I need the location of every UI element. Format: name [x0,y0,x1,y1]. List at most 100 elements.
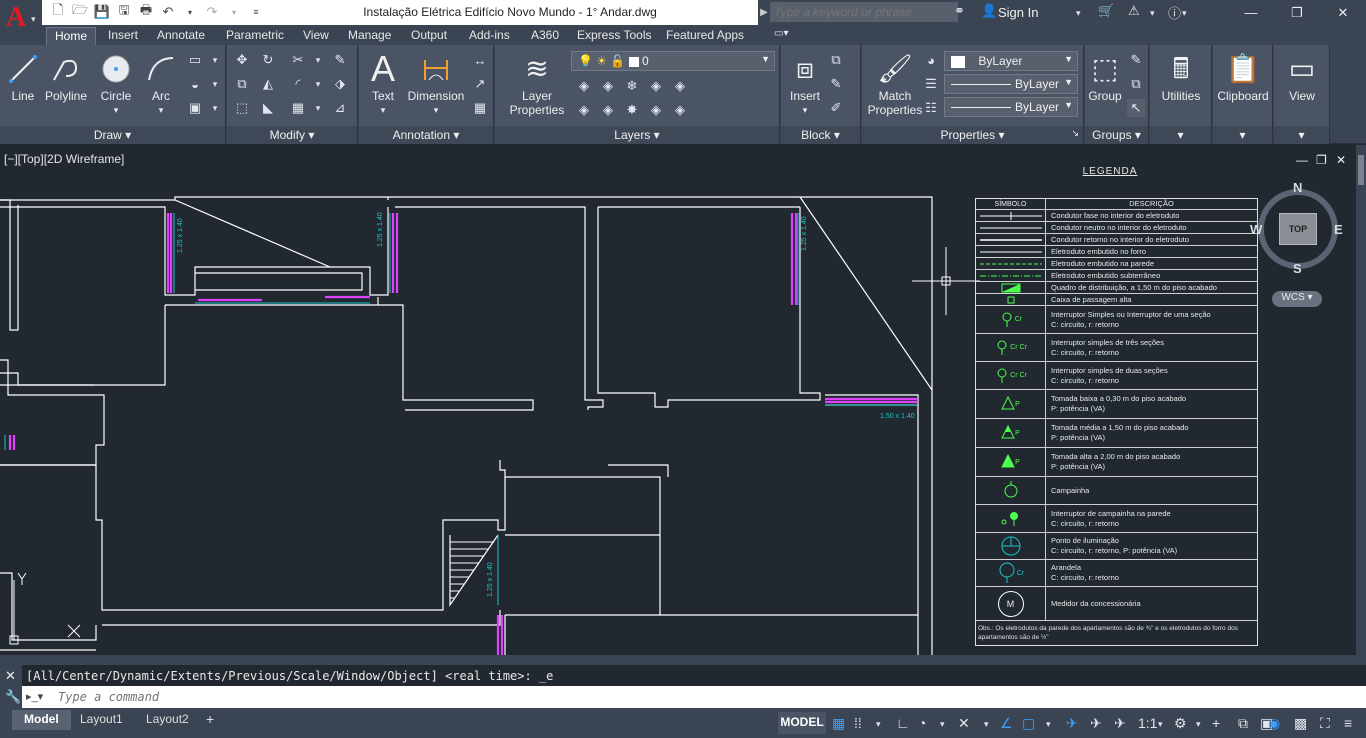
panel-title-properties[interactable]: Properties ▾ ↘ [862,126,1083,144]
drawing-canvas[interactable]: 1.25 x 1.40 1.25 x 1.40 1.25 x 1.40 1.50… [0,145,1356,655]
tab-express-tools[interactable]: Express Tools [569,27,659,45]
circle-button[interactable]: Circle ▾ [96,49,136,117]
binoculars-icon[interactable]: ⚭ [954,3,965,19]
snap-icon[interactable]: ⁞⁞ [854,715,862,733]
viewport-minimize-icon[interactable]: — [1296,153,1308,167]
layer-unlock-icon[interactable]: ◈ [647,101,665,119]
units-icon[interactable]: ⧉ [1238,715,1248,733]
add-layout-icon[interactable]: + [206,711,214,729]
viewcube[interactable]: TOP N S E W WCS ▾ [1250,180,1343,313]
leader-icon[interactable]: ↗ [471,75,489,93]
fillet-icon[interactable]: ◜ [289,75,307,93]
compass-east[interactable]: E [1334,222,1343,237]
chevron-down-icon[interactable]: ▾ [1158,719,1163,737]
trim-icon[interactable]: ✂ [289,51,307,69]
isometric-icon[interactable]: ✕ [958,715,970,733]
polar-icon[interactable]: ◔ [918,715,926,733]
customize-wrench-icon[interactable]: 🔧 [5,689,21,705]
gradient-icon[interactable]: ▣ [186,99,204,117]
layer-off-icon[interactable]: ◈ [575,77,593,95]
linear-dimension-icon[interactable]: ↔ [471,51,489,69]
chevron-down-icon[interactable]: ▾ [96,103,136,117]
line-button[interactable]: Line [6,49,40,103]
utilities-expand-icon[interactable]: ▾ [1150,126,1211,144]
help-icon[interactable]: ⓘ [1168,3,1181,22]
workspace-gear-icon[interactable]: ⚙ [1174,715,1187,733]
chevron-down-icon[interactable]: ▾ [365,103,401,117]
tab-layout2[interactable]: Layout2 [134,710,201,730]
chevron-down-icon[interactable]: ▾ [206,75,224,93]
undo-dropdown-icon[interactable]: ▾ [180,2,200,22]
stretch-icon[interactable]: ⬚ [233,99,251,117]
array-icon[interactable]: ▦ [289,99,307,117]
layer-freeze-icon[interactable]: ❄ [623,77,641,95]
text-button[interactable]: A Text ▾ [365,49,401,117]
tab-featured-apps[interactable]: Featured Apps [658,27,752,45]
search-input[interactable] [770,2,958,22]
linetype-icon[interactable]: ☷ [922,99,940,117]
chevron-down-icon[interactable]: ▾ [142,103,180,117]
rectangle-icon[interactable]: ▭ [186,51,204,69]
viewport-controls-label[interactable]: [−][Top][2D Wireframe] [4,152,124,166]
tab-a360[interactable]: A360 [523,27,567,45]
close-command-line-icon[interactable]: ✕ [5,668,16,684]
tab-insert[interactable]: Insert [100,27,146,45]
clipboard-button[interactable]: 📋 Clipboard [1213,49,1273,104]
chevron-down-icon[interactable]: ▾ [1182,8,1187,19]
cart-icon[interactable]: 🛒 [1098,3,1114,19]
open-file-icon[interactable]: 🗁 [70,2,90,22]
layer-dropdown[interactable]: 💡 ☀ 🔓 0 ▼ [571,51,775,71]
tab-view[interactable]: View [295,27,337,45]
chevron-down-icon[interactable]: ▾ [309,51,327,69]
object-snap-tracking-icon[interactable]: ∠ [1000,715,1013,733]
auto-scale-icon[interactable]: ✈ [1090,715,1102,733]
annotation-visibility-icon[interactable]: ✈ [1066,715,1078,733]
layer-match-icon[interactable]: ◈ [671,77,689,95]
compass-north[interactable]: N [1293,180,1302,195]
layer-isolate-icon[interactable]: ◈ [599,77,617,95]
panel-title-groups[interactable]: Groups ▾ [1085,126,1148,144]
chevron-down-icon[interactable]: ▾ [405,103,467,117]
redo-dropdown-icon[interactable]: ▾ [224,2,244,22]
application-menu-button[interactable]: A ▾ [0,0,42,40]
layer-current-icon[interactable]: ◈ [575,101,593,119]
tab-output[interactable]: Output [403,27,455,45]
chevron-down-icon[interactable]: ▾ [1150,8,1155,19]
ungroup-icon[interactable]: ✎ [1127,51,1145,69]
tab-layout1[interactable]: Layout1 [68,710,135,730]
grid-icon[interactable]: ▦ [832,715,845,733]
tab-home[interactable]: Home [46,27,97,45]
polyline-button[interactable]: Polyline [42,49,90,103]
restore-button[interactable]: ❐ [1274,0,1320,25]
create-block-icon[interactable]: ⧉ [827,51,845,69]
new-file-icon[interactable]: 🗋 [48,2,68,22]
minimize-button[interactable]: — [1228,0,1274,25]
command-line-grip[interactable] [0,655,1366,664]
redo-icon[interactable]: ↷ [202,2,222,22]
mirror-icon[interactable]: ◭ [259,75,277,93]
chevron-down-icon[interactable]: ▾ [940,719,945,737]
sign-in-link[interactable]: Sign In [998,5,1038,20]
chevron-down-icon[interactable]: ▾ [984,719,989,737]
lineweight-icon[interactable]: ☰ [922,75,940,93]
viewcube-top-face[interactable]: TOP [1279,213,1317,245]
chevron-down-icon[interactable]: ▾ [1046,719,1051,737]
panel-title-annotation[interactable]: Annotation ▾ [359,126,493,144]
command-prompt-icon[interactable]: ▸_▾ [26,690,43,703]
arc-button[interactable]: Arc ▾ [142,49,180,117]
customization-menu-icon[interactable]: ≡ [1344,715,1352,733]
erase-icon[interactable]: ✎ [331,51,349,69]
clean-screen-icon[interactable]: ⛶ [1320,715,1330,733]
undo-icon[interactable]: ↶ [158,2,178,22]
model-space-button[interactable]: MODEL [778,712,826,734]
layer-lock-icon[interactable]: ◈ [647,77,665,95]
compass-west[interactable]: W [1250,222,1262,237]
ribbon-minimize-icon[interactable]: ▭▾ [766,27,796,45]
panel-title-block[interactable]: Block ▾ [781,126,860,144]
hardware-acceleration-icon[interactable]: ▩ [1294,715,1307,733]
chevron-down-icon[interactable]: ▾ [1196,719,1201,737]
save-icon[interactable]: 💾 [92,2,112,22]
layer-walk-icon[interactable]: ◈ [599,101,617,119]
panel-title-layers[interactable]: Layers ▾ [495,126,779,144]
customize-qat-icon[interactable]: ≡ [246,2,266,22]
